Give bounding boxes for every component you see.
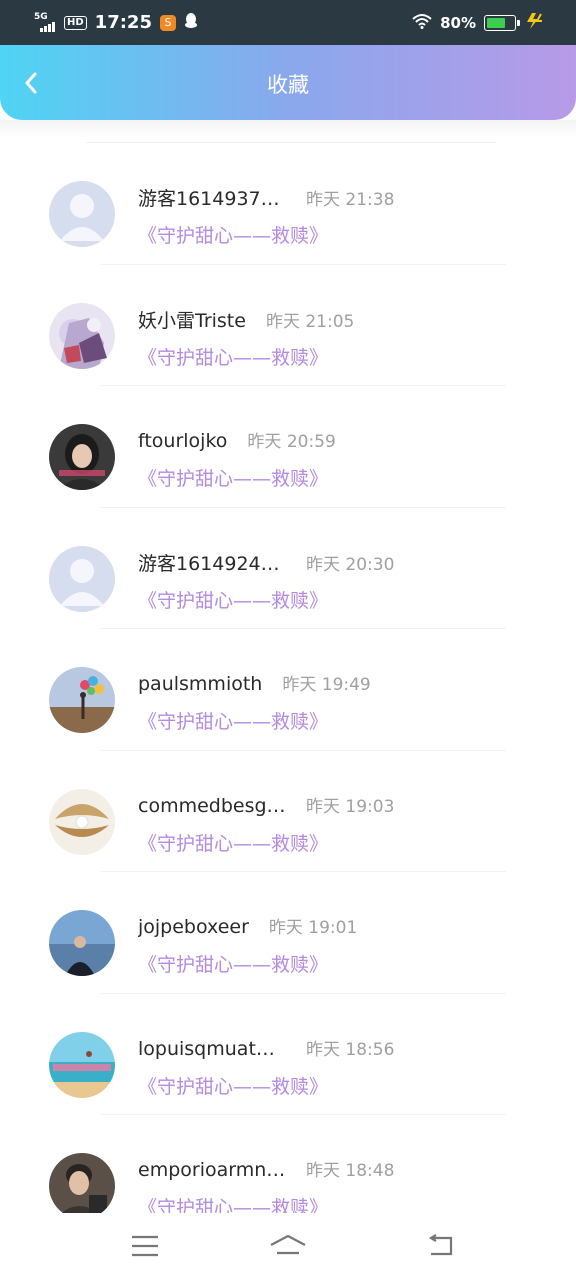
list-item[interactable]: paulsmmioth 昨天 19:49 《守护甜心——救赎》 bbox=[0, 629, 576, 751]
timestamp: 昨天 18:56 bbox=[306, 1039, 395, 1060]
app-notification-icon: S bbox=[159, 14, 176, 31]
timestamp: 昨天 18:48 bbox=[306, 1161, 395, 1181]
work-title-link[interactable]: 《守护甜心——救赎》 bbox=[138, 707, 328, 734]
header-bar: 收藏 bbox=[0, 45, 576, 120]
home-button[interactable] bbox=[268, 1229, 308, 1263]
work-title-link[interactable]: 《守护甜心——救赎》 bbox=[138, 221, 328, 248]
user-name[interactable]: 游客16149244... bbox=[138, 549, 286, 576]
timestamp: 昨天 20:30 bbox=[306, 554, 395, 575]
system-nav-bar bbox=[0, 1213, 576, 1280]
timestamp: 昨天 21:38 bbox=[306, 190, 395, 210]
avatar[interactable] bbox=[49, 424, 115, 490]
menu-icon bbox=[132, 1235, 158, 1257]
back-nav-icon bbox=[428, 1234, 453, 1256]
status-time: 17:25 bbox=[94, 12, 152, 33]
avatar[interactable] bbox=[49, 545, 115, 612]
avatar[interactable] bbox=[49, 302, 115, 369]
qq-icon bbox=[184, 12, 198, 33]
timestamp: 昨天 20:59 bbox=[247, 432, 336, 452]
menu-button[interactable] bbox=[125, 1229, 165, 1263]
list-item[interactable]: ftourlojko 昨天 20:59 《守护甜心——救赎》 bbox=[0, 386, 576, 508]
user-name[interactable]: commedbesga... bbox=[138, 795, 286, 817]
avatar[interactable] bbox=[49, 1031, 115, 1098]
user-name[interactable]: paulsmmioth bbox=[138, 673, 262, 695]
status-bar: 5G HD 17:25 S 80% bbox=[0, 0, 576, 45]
timestamp: 昨天 21:05 bbox=[265, 311, 355, 332]
user-name[interactable]: ftourlojko bbox=[138, 430, 227, 452]
favorites-list[interactable]: 游客16149371... 昨天 21:38 《守护甜心——救赎》 妖小雷Triste… bbox=[0, 143, 576, 1213]
home-icon bbox=[270, 1234, 306, 1255]
work-title-link[interactable]: 《守护甜心——救赎》 bbox=[138, 586, 328, 613]
work-title-link[interactable]: 《守护甜心——救赎》 bbox=[138, 829, 328, 856]
avatar[interactable] bbox=[49, 788, 115, 855]
timestamp: 昨天 19:01 bbox=[268, 918, 358, 938]
timestamp: 昨天 19:03 bbox=[306, 796, 395, 817]
battery-percent: 80% bbox=[440, 13, 476, 32]
list-item[interactable]: emporioarmnz... 昨天 18:48 《守护甜心——救赎》 bbox=[0, 1115, 576, 1213]
avatar[interactable] bbox=[49, 181, 115, 247]
list-item[interactable]: 妖小雷Triste 昨天 21:05 《守护甜心——救赎》 bbox=[0, 265, 576, 386]
wifi-icon bbox=[412, 13, 432, 33]
list-top-shadow bbox=[0, 120, 576, 138]
list-item[interactable]: 游客16149371... 昨天 21:38 《守护甜心——救赎》 bbox=[0, 143, 576, 265]
page-title: 收藏 bbox=[267, 73, 309, 97]
signal-icon: 5G bbox=[34, 12, 56, 33]
user-name[interactable]: emporioarmnz... bbox=[138, 1159, 286, 1181]
user-name[interactable]: 游客16149371... bbox=[138, 184, 286, 211]
work-title-link[interactable]: 《守护甜心——救赎》 bbox=[138, 1193, 328, 1213]
avatar[interactable] bbox=[49, 667, 115, 733]
list-item[interactable]: jojpeboxeer 昨天 19:01 《守护甜心——救赎》 bbox=[0, 872, 576, 994]
list-item[interactable]: lopuisqmuator... 昨天 18:56 《守护甜心——救赎》 bbox=[0, 994, 576, 1115]
user-name[interactable]: 妖小雷Triste bbox=[138, 306, 246, 333]
avatar[interactable] bbox=[49, 910, 115, 976]
work-title-link[interactable]: 《守护甜心——救赎》 bbox=[138, 1072, 328, 1099]
battery-icon bbox=[484, 14, 520, 31]
work-title-link[interactable]: 《守护甜心——救赎》 bbox=[138, 950, 328, 977]
work-title-link[interactable]: 《守护甜心——救赎》 bbox=[138, 343, 328, 370]
user-name[interactable]: jojpeboxeer bbox=[138, 916, 249, 938]
list-item[interactable]: 游客16149244... 昨天 20:30 《守护甜心——救赎》 bbox=[0, 508, 576, 629]
list-item[interactable]: commedbesga... 昨天 19:03 《守护甜心——救赎》 bbox=[0, 751, 576, 872]
hd-badge: HD bbox=[64, 15, 87, 30]
charging-icon bbox=[524, 12, 546, 34]
timestamp: 昨天 19:49 bbox=[282, 675, 371, 695]
back-nav-button[interactable] bbox=[420, 1229, 460, 1263]
user-name[interactable]: lopuisqmuator... bbox=[138, 1038, 286, 1060]
avatar[interactable] bbox=[49, 1153, 115, 1213]
work-title-link[interactable]: 《守护甜心——救赎》 bbox=[138, 464, 328, 491]
